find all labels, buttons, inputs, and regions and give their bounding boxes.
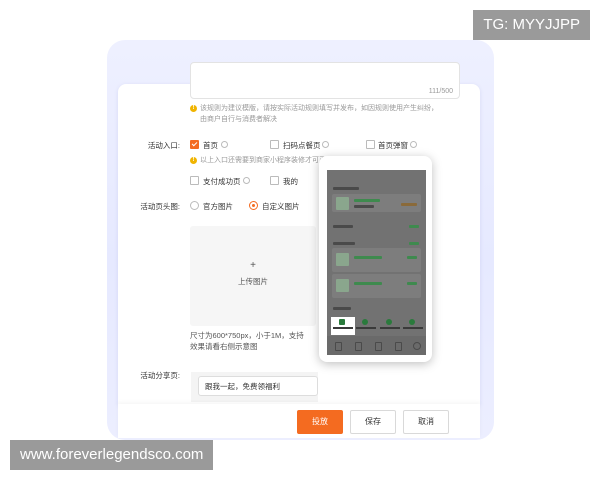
screen-tab xyxy=(378,317,402,335)
rule-tip: 该规则为建议模版，请按实际活动规则填写并发布，如因规则使用产生纠纷， 由商户自行… xyxy=(200,105,438,123)
entry-scan-order-checkbox[interactable] xyxy=(270,140,279,149)
screen-text xyxy=(354,256,382,259)
help-icon[interactable] xyxy=(221,141,228,148)
screen-nav-icon xyxy=(395,342,402,351)
official-image-label: 官方图片 xyxy=(203,202,233,211)
entry-mine-checkbox[interactable] xyxy=(270,176,279,185)
entry-pay-success-checkbox[interactable] xyxy=(190,176,199,185)
watermark-bottom: www.foreverlegendsco.com xyxy=(10,440,214,470)
screen-tab xyxy=(401,317,425,335)
screen-text xyxy=(333,187,359,190)
share-text-input[interactable]: 跟我一起，免费领福利 xyxy=(198,376,318,396)
custom-image-label: 自定义图片 xyxy=(262,202,300,211)
official-image-radio[interactable] xyxy=(190,201,199,210)
screen-tab xyxy=(354,317,378,335)
screen-nav-icon xyxy=(413,342,421,350)
header-image-label: 活动页头图: xyxy=(140,202,180,211)
screen-text xyxy=(407,256,417,259)
screen-text xyxy=(333,242,355,245)
entry-popup-label: 首页弹窗 xyxy=(378,141,408,150)
help-icon[interactable] xyxy=(243,177,250,184)
screen-text xyxy=(333,307,351,310)
image-size-tip: 尺寸为600*750px，小于1M，支持 效果请看右侧示意图 xyxy=(190,331,304,351)
screen-thumbnail xyxy=(336,279,349,292)
entry-home-label: 首页 xyxy=(203,141,218,150)
custom-image-radio[interactable] xyxy=(249,201,258,210)
watermark-top: TG: MYYJJPP xyxy=(473,10,590,40)
image-upload-area[interactable]: + 上传图片 xyxy=(190,226,316,326)
warning-icon: ! xyxy=(190,157,197,164)
screen-nav-icon xyxy=(355,342,362,351)
screen-text xyxy=(407,282,417,285)
cancel-button[interactable]: 取消 xyxy=(403,410,449,434)
help-icon[interactable] xyxy=(410,141,417,148)
screen-text xyxy=(333,225,353,228)
textarea-char-counter: 111/500 xyxy=(428,88,453,95)
screen-text xyxy=(409,242,419,245)
screen-thumbnail xyxy=(336,197,349,210)
screen-tag xyxy=(401,203,417,206)
screen-nav-icon xyxy=(335,342,342,351)
share-label: 活动分享页: xyxy=(140,371,180,380)
upload-label: 上传图片 xyxy=(238,277,268,286)
entry-mine-label: 我的 xyxy=(283,177,298,186)
screen-nav-icon xyxy=(375,342,382,351)
publish-button[interactable]: 投放 xyxy=(297,410,343,434)
warning-icon: ! xyxy=(190,105,197,112)
save-button[interactable]: 保存 xyxy=(350,410,396,434)
screen-tab xyxy=(331,317,355,335)
screen-text xyxy=(409,225,419,228)
phone-screen xyxy=(327,170,426,355)
rules-textarea[interactable]: 111/500 xyxy=(190,62,460,99)
entry-scan-order-label: 扫码点餐页 xyxy=(283,141,321,150)
entry-label: 活动入口: xyxy=(147,141,180,150)
screen-text xyxy=(354,282,382,285)
screen-thumbnail xyxy=(336,253,349,266)
screen-text xyxy=(354,199,380,202)
screen-text xyxy=(354,205,374,208)
plus-icon: + xyxy=(250,260,256,271)
entry-popup-checkbox[interactable] xyxy=(366,140,375,149)
entry-home-checkbox[interactable] xyxy=(190,140,199,149)
entry-pay-success-label: 支付成功页 xyxy=(203,177,241,186)
help-icon[interactable] xyxy=(322,141,329,148)
